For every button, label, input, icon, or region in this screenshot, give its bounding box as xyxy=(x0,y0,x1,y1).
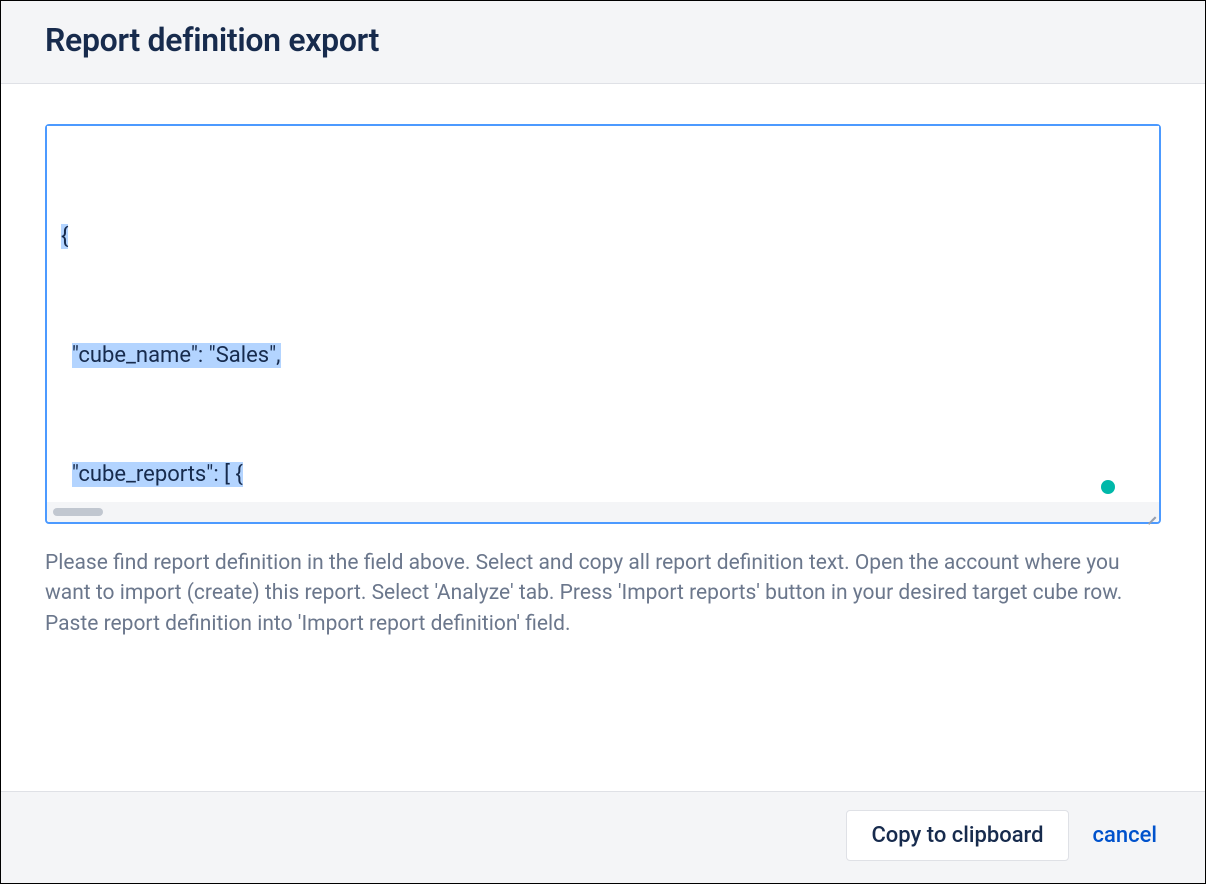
grammarly-icon xyxy=(1101,480,1115,494)
copy-to-clipboard-button[interactable]: Copy to clipboard xyxy=(846,810,1068,861)
code-l3: "cube_reports": [ { xyxy=(72,462,243,487)
dialog-title: Report definition export xyxy=(45,21,1161,59)
export-dialog: Report definition export { "cube_name": … xyxy=(0,0,1206,884)
dialog-content: { "cube_name": "Sales", "cube_reports": … xyxy=(1,84,1205,791)
code-l1: { xyxy=(61,224,68,249)
export-code-area[interactable]: { "cube_name": "Sales", "cube_reports": … xyxy=(47,126,1159,502)
help-text: Please find report definition in the fie… xyxy=(45,548,1161,639)
cancel-button[interactable]: cancel xyxy=(1089,811,1161,860)
export-text-field[interactable]: { "cube_name": "Sales", "cube_reports": … xyxy=(45,124,1161,524)
horizontal-scroll-thumb[interactable] xyxy=(53,508,103,516)
resize-handle-icon xyxy=(1144,507,1156,519)
dialog-header: Report definition export xyxy=(1,1,1205,84)
dialog-footer: Copy to clipboard cancel xyxy=(1,791,1205,883)
code-l2: "cube_name": "Sales", xyxy=(72,343,281,368)
horizontal-scrollbar[interactable] xyxy=(47,502,1159,522)
